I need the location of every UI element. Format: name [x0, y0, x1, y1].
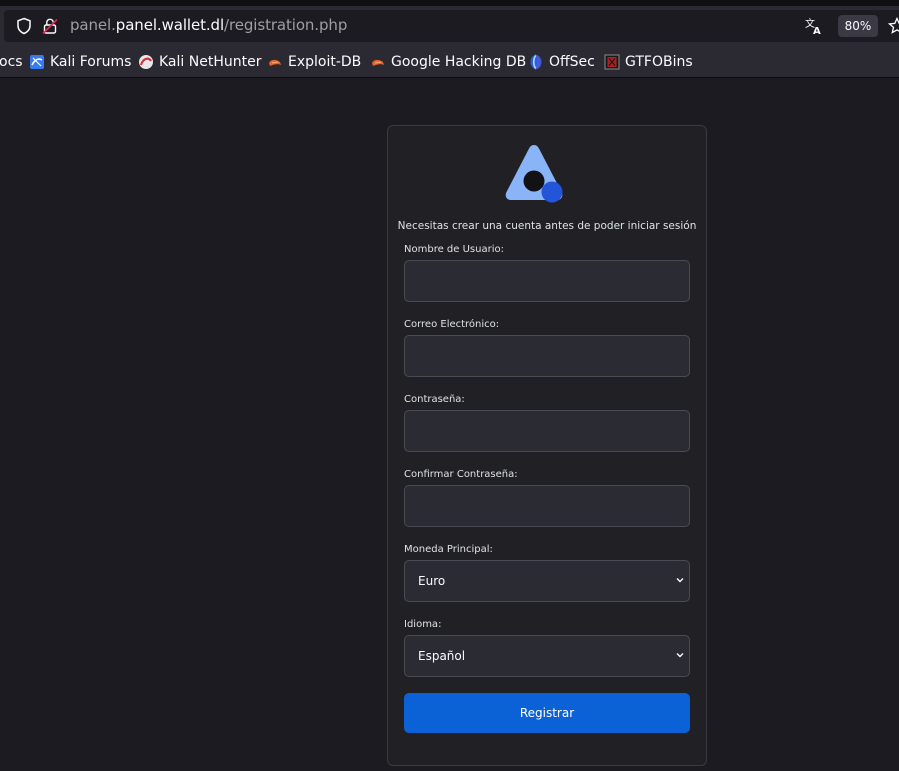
translate-icon[interactable]: 文 A — [804, 16, 824, 36]
bookmark-label: Exploit-DB — [288, 54, 362, 70]
svg-text:A: A — [813, 26, 821, 36]
navigation-toolbar: panel.panel.wallet.dl/registration.php 文… — [0, 6, 899, 46]
language-label: Idioma: — [404, 619, 442, 630]
zoom-level-badge[interactable]: 80% — [838, 15, 878, 37]
url-text[interactable]: panel.panel.wallet.dl/registration.php — [70, 16, 347, 34]
bookmark-kali-nethunter[interactable]: Kali NetHunter — [138, 52, 261, 72]
bookmark-label: OffSec — [549, 54, 595, 70]
password-input[interactable] — [404, 410, 690, 452]
chevron-down-icon — [676, 578, 684, 583]
bookmark-exploit-db[interactable]: Exploit-DB — [267, 52, 361, 72]
bookmark-docs[interactable]: ocs — [0, 52, 23, 72]
gtfobins-icon — [604, 54, 620, 70]
bookmark-label: Google Hacking DB — [391, 54, 527, 70]
bookmark-offsec[interactable]: OffSec — [528, 52, 595, 72]
intro-message: Necesitas crear una cuenta antes de pode… — [397, 220, 697, 232]
username-input[interactable] — [404, 260, 690, 302]
bookmark-kali-forums[interactable]: Kali Forums — [29, 52, 131, 72]
url-path: /registration.php — [224, 16, 348, 34]
email-input[interactable] — [404, 335, 690, 377]
bookmark-star-icon[interactable] — [888, 17, 899, 35]
language-select[interactable]: Español — [404, 635, 690, 677]
url-host: panel.wallet.dl — [115, 16, 225, 34]
bookmark-label: GTFOBins — [625, 54, 693, 70]
bookmark-label: Kali Forums — [50, 54, 132, 70]
currency-selected-value: Euro — [418, 574, 446, 588]
wallet-logo-icon — [505, 145, 563, 203]
bookmark-label: Kali NetHunter — [159, 54, 262, 70]
bookmarks-toolbar: ocs Kali Forums Kali NetHunter Exploit-D… — [0, 46, 899, 78]
chevron-down-icon — [676, 653, 684, 658]
url-prefix: panel. — [70, 16, 116, 34]
ghdb-icon — [372, 59, 384, 66]
currency-label: Moneda Principal: — [404, 544, 493, 555]
confirm-password-input[interactable] — [404, 485, 690, 527]
bookmark-label: ocs — [0, 54, 23, 70]
username-label: Nombre de Usuario: — [404, 244, 504, 255]
bookmark-gtfobins[interactable]: GTFOBins — [604, 52, 693, 72]
currency-select[interactable]: Euro — [404, 560, 690, 602]
register-button[interactable]: Registrar — [404, 693, 690, 733]
exploit-db-icon — [269, 59, 281, 66]
registration-card: Necesitas crear una cuenta antes de pode… — [387, 125, 707, 766]
tracking-protection-shield-icon[interactable] — [15, 17, 33, 35]
insecure-lock-icon[interactable] — [41, 17, 59, 35]
offsec-icon — [530, 54, 542, 70]
kali-forums-icon — [30, 55, 44, 69]
bookmark-google-hacking-db[interactable]: Google Hacking DB — [370, 52, 526, 72]
kali-nethunter-icon — [139, 55, 153, 69]
email-label: Correo Electrónico: — [404, 319, 500, 330]
password-label: Contraseña: — [404, 394, 465, 405]
confirm-password-label: Confirmar Contraseña: — [404, 469, 518, 480]
language-selected-value: Español — [418, 649, 466, 663]
address-bar[interactable]: panel.panel.wallet.dl/registration.php 文… — [4, 10, 899, 42]
